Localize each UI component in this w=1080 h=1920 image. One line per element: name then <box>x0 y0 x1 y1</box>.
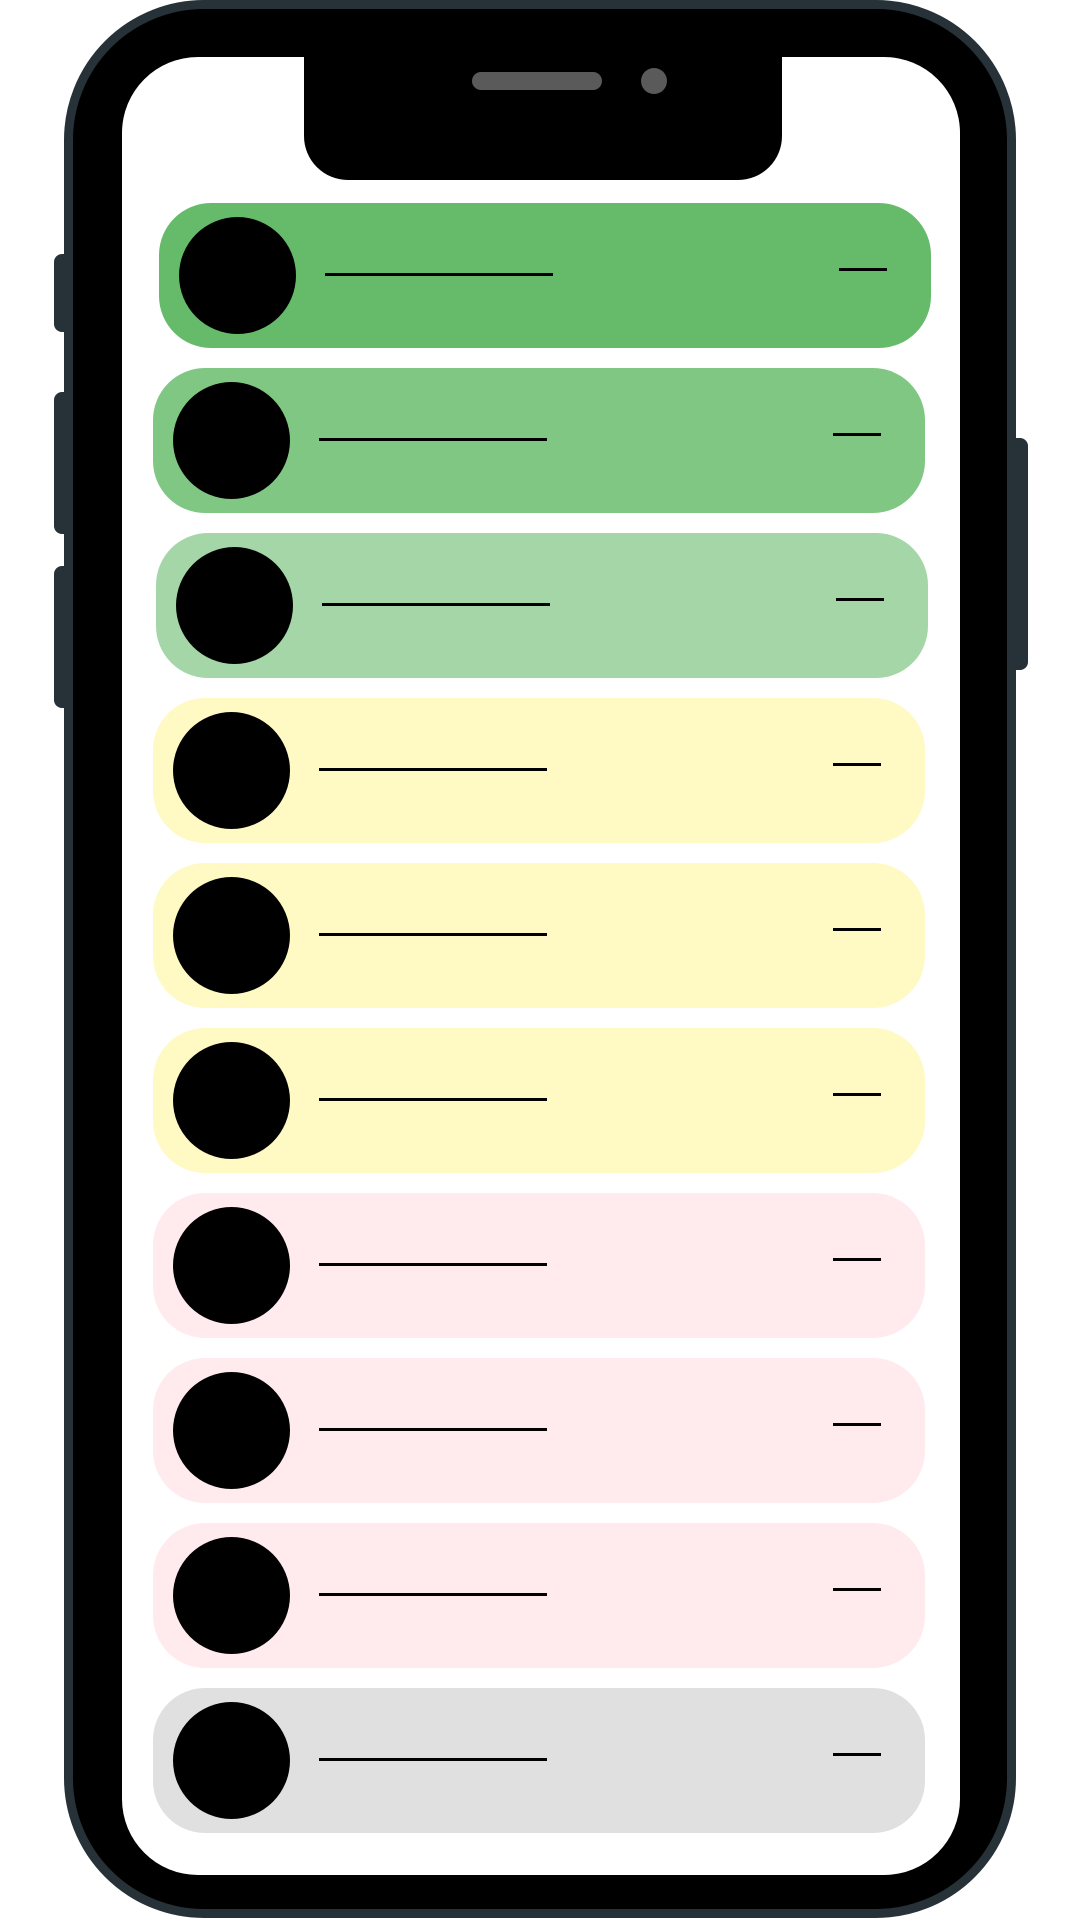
title-placeholder-line <box>325 273 553 276</box>
title-placeholder-line <box>319 1098 547 1101</box>
list-item[interactable] <box>153 1028 925 1173</box>
title-placeholder-line <box>322 603 550 606</box>
avatar <box>173 1702 290 1819</box>
side-button-power <box>1014 438 1028 670</box>
avatar <box>176 547 293 664</box>
avatar <box>179 217 296 334</box>
meta-placeholder-line <box>833 1093 881 1096</box>
meta-placeholder-line <box>833 1423 881 1426</box>
list-item[interactable] <box>159 203 931 348</box>
side-button-volume-up <box>54 392 68 534</box>
avatar <box>173 877 290 994</box>
list-item[interactable] <box>156 533 928 678</box>
side-button-volume-down <box>54 566 68 708</box>
list-item[interactable] <box>153 1193 925 1338</box>
side-button-mute <box>54 254 68 332</box>
title-placeholder-line <box>319 1758 547 1761</box>
meta-placeholder-line <box>839 268 887 271</box>
meta-placeholder-line <box>833 1258 881 1261</box>
title-placeholder-line <box>319 768 547 771</box>
title-placeholder-line <box>319 1428 547 1431</box>
title-placeholder-line <box>319 1593 547 1596</box>
list-item[interactable] <box>153 1523 925 1668</box>
title-placeholder-line <box>319 438 547 441</box>
avatar <box>173 1537 290 1654</box>
color-card-list <box>122 57 960 1875</box>
app-stage <box>0 0 1080 1920</box>
meta-placeholder-line <box>833 1588 881 1591</box>
title-placeholder-line <box>319 933 547 936</box>
meta-placeholder-line <box>836 598 884 601</box>
avatar <box>173 382 290 499</box>
meta-placeholder-line <box>833 763 881 766</box>
list-item[interactable] <box>153 1688 925 1833</box>
avatar <box>173 712 290 829</box>
avatar <box>173 1042 290 1159</box>
list-item[interactable] <box>153 1358 925 1503</box>
list-item[interactable] <box>153 863 925 1008</box>
meta-placeholder-line <box>833 928 881 931</box>
meta-placeholder-line <box>833 1753 881 1756</box>
phone-screen <box>122 57 960 1875</box>
list-item[interactable] <box>153 698 925 843</box>
title-placeholder-line <box>319 1263 547 1266</box>
avatar <box>173 1372 290 1489</box>
meta-placeholder-line <box>833 433 881 436</box>
avatar <box>173 1207 290 1324</box>
list-item[interactable] <box>153 368 925 513</box>
